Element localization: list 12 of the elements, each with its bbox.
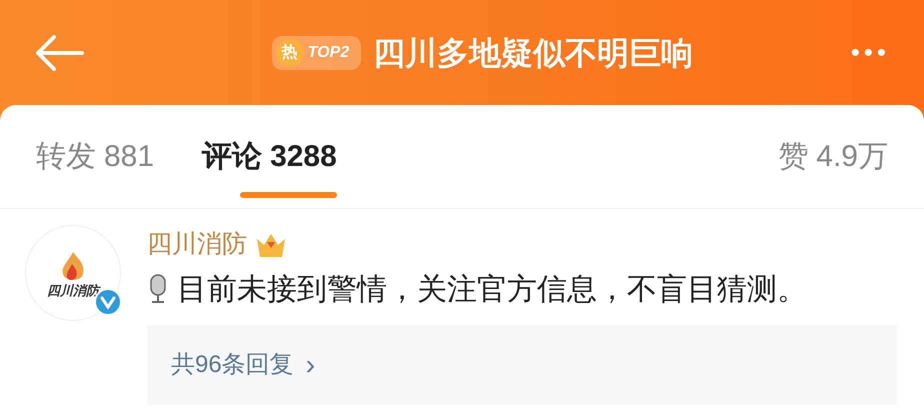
- page-title: 四川多地疑似不明巨响: [373, 34, 694, 72]
- hot-badge: 热 TOP2: [272, 36, 362, 70]
- author-name[interactable]: 四川消防: [147, 226, 247, 264]
- replies-link[interactable]: 共96条回复 ›: [147, 325, 897, 405]
- comment-text: 目前未接到警情，关注官方信息，不盲目猜测。: [177, 272, 807, 308]
- more-button[interactable]: •••: [850, 33, 890, 72]
- avatar-label: 四川消防: [47, 284, 99, 296]
- tab[interactable]: 评论 3288: [202, 105, 337, 208]
- back-icon[interactable]: [34, 34, 84, 70]
- likes-count[interactable]: 赞 4.9万: [778, 134, 888, 179]
- tab[interactable]: 转发 881: [36, 105, 154, 208]
- avatar[interactable]: 四川消防: [25, 225, 121, 321]
